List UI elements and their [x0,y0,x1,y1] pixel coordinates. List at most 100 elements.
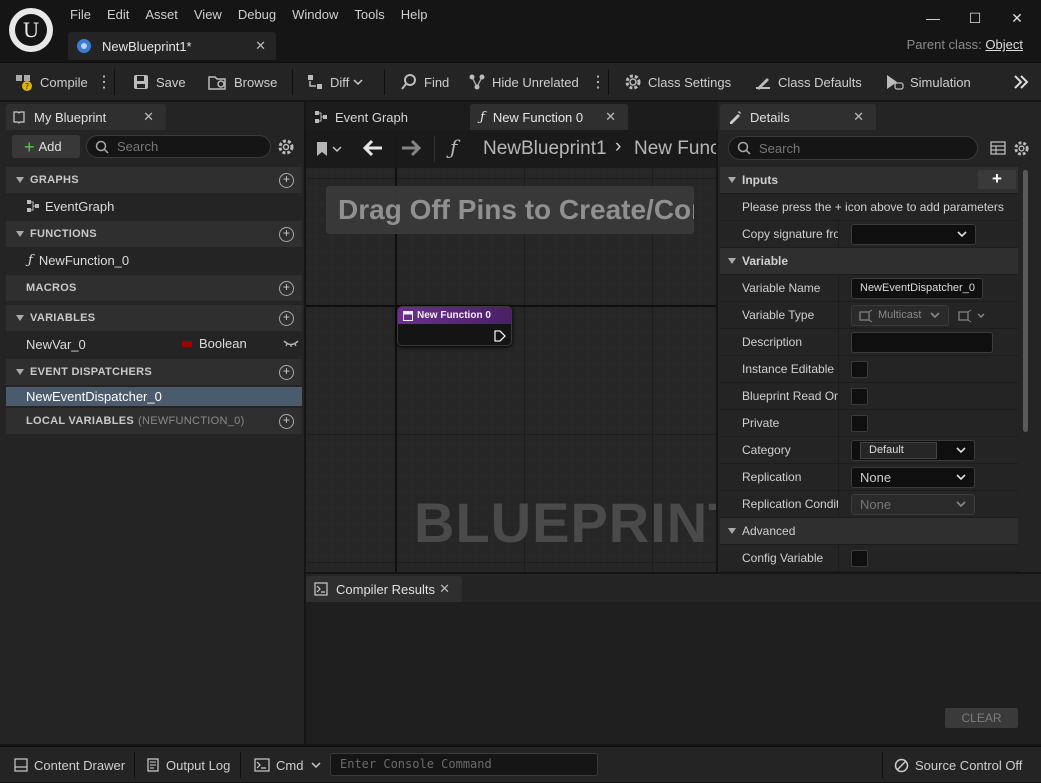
advanced-section[interactable]: Advanced [720,518,1018,545]
function-entry-node[interactable]: New Function 0 [397,306,512,346]
function-item-newfunction0[interactable]: ƒ NewFunction_0 [6,247,302,273]
console-command-input[interactable]: Enter Console Command [330,753,598,776]
config-variable-checkbox[interactable] [851,549,868,567]
main-menu: File Edit Asset View Debug Window Tools … [62,4,436,26]
gear-icon[interactable] [1013,140,1030,157]
cmd-dropdown[interactable]: Cmd [254,747,327,783]
table-view-icon[interactable] [990,141,1006,155]
add-macro-icon[interactable]: + [279,280,294,296]
add-local-variable-icon[interactable]: + [279,413,294,429]
class-defaults-button[interactable]: Class Defaults [754,63,862,101]
menu-debug[interactable]: Debug [230,4,284,26]
tab-new-function[interactable]: ƒ New Function 0 ✕ [470,104,628,130]
menu-window[interactable]: Window [284,4,346,26]
my-blueprint-tab[interactable]: My Blueprint ✕ [6,104,166,130]
category-combobox[interactable]: Default [851,439,975,461]
diff-button[interactable]: Diff [306,63,369,101]
find-button[interactable]: Find [400,63,449,101]
details-tab[interactable]: Details ✕ [720,104,876,130]
dispatcher-item-selected[interactable]: NewEventDispatcher_0 [6,387,302,406]
bookmark-icon[interactable] [316,141,342,157]
forward-arrow-icon[interactable] [400,139,422,157]
my-blueprint-search-input[interactable]: Search [86,135,271,158]
variable-name-field[interactable]: NewEventDispatcher_0 [851,277,983,299]
hide-unrelated-options-icon[interactable]: ⋮ [590,63,606,101]
add-variable-icon[interactable]: + [279,310,294,326]
menu-tools[interactable]: Tools [346,4,392,26]
close-icon[interactable]: ✕ [439,581,450,597]
bp-read-only-checkbox[interactable] [851,387,868,405]
close-icon[interactable]: ✕ [143,109,154,125]
breadcrumb-function[interactable]: New Function 0 [634,138,716,160]
document-tab[interactable]: NewBlueprint1* ✕ [68,32,276,60]
tab-event-graph[interactable]: Event Graph [308,104,466,130]
menu-asset[interactable]: Asset [137,4,186,26]
menu-view[interactable]: View [186,4,230,26]
compile-button[interactable]: ? Compile [14,63,88,101]
console-placeholder: Enter Console Command [340,757,492,771]
find-label: Find [424,74,450,90]
graph-canvas[interactable]: ƒ NewBlueprint1 › New Function 0 Drag Of… [306,130,716,572]
clear-button[interactable]: CLEAR [945,708,1018,728]
hide-unrelated-button[interactable]: Hide Unrelated [468,63,579,101]
close-icon[interactable]: ✕ [605,109,616,125]
close-icon[interactable]: ✕ [255,38,266,54]
category-value[interactable]: Default [860,441,937,459]
save-button[interactable]: Save [132,63,186,101]
simulation-button[interactable]: Simulation [884,63,971,101]
menu-file[interactable]: File [62,4,99,26]
toolbar-divider [384,69,385,95]
source-control-button[interactable]: Source Control Off [894,747,1022,783]
macros-section[interactable]: MACROS + [6,275,302,301]
close-window-button[interactable]: ✕ [1002,6,1032,30]
close-icon[interactable]: ✕ [853,109,864,125]
description-field[interactable] [851,331,993,353]
private-checkbox[interactable] [851,414,868,432]
add-function-icon[interactable]: + [279,226,294,242]
toolbar-overflow-icon[interactable] [1012,63,1036,101]
details-search-input[interactable]: Search [728,136,978,160]
variable-type-dropdown[interactable]: Multicast [851,304,949,326]
minimize-button[interactable]: — [918,6,948,30]
blueprint-icon [77,39,91,53]
instance-editable-checkbox[interactable] [851,360,868,378]
container-type-icon[interactable] [958,309,988,323]
add-parameter-button[interactable]: + [978,170,1016,189]
variable-section[interactable]: Variable [720,248,1018,275]
local-variables-section[interactable]: LOCAL VARIABLES (NEWFUNCTION_0) + [6,408,302,434]
function-node-icon [403,310,413,321]
details-scrollbar[interactable] [1023,170,1028,432]
graphs-section[interactable]: GRAPHS + [6,167,302,193]
variable-item-newvar0[interactable]: NewVar_0 Boolean [6,331,302,357]
variables-section[interactable]: VARIABLES + [6,305,302,331]
event-dispatchers-section[interactable]: EVENT DISPATCHERS + [6,359,302,385]
inputs-section[interactable]: Inputs + [720,167,1018,194]
save-icon [134,75,148,89]
replication-condition-dropdown[interactable]: None [851,493,975,515]
class-settings-button[interactable]: Class Settings [624,63,731,101]
output-log-button[interactable]: Output Log [146,747,230,783]
browse-button[interactable]: Browse [208,63,277,101]
maximize-button[interactable]: ☐ [960,6,990,30]
add-graph-icon[interactable]: + [279,172,294,188]
chevron-down-icon [311,762,321,769]
compiler-results-tab[interactable]: Compiler Results ✕ [306,576,462,602]
parent-class-link[interactable]: Object [985,37,1023,52]
add-button[interactable]: + Add [12,135,80,158]
exec-pin-icon[interactable] [494,330,506,342]
add-dispatcher-icon[interactable]: + [279,364,294,380]
content-drawer-button[interactable]: Content Drawer [14,747,125,783]
unreal-logo[interactable]: U [9,8,53,52]
gear-icon[interactable] [277,138,295,156]
compile-options-icon[interactable]: ⋮ [96,63,112,101]
config-variable-row: Config Variable [720,545,1018,572]
breadcrumb-blueprint[interactable]: NewBlueprint1 [483,138,607,160]
graph-item-eventgraph[interactable]: EventGraph [6,193,302,219]
eye-closed-icon[interactable] [283,339,299,349]
back-arrow-icon[interactable] [362,139,384,157]
replication-dropdown[interactable]: None [851,466,975,488]
functions-section[interactable]: FUNCTIONS + [6,221,302,247]
menu-edit[interactable]: Edit [99,4,137,26]
copy-signature-dropdown[interactable] [851,223,976,245]
menu-help[interactable]: Help [393,4,436,26]
